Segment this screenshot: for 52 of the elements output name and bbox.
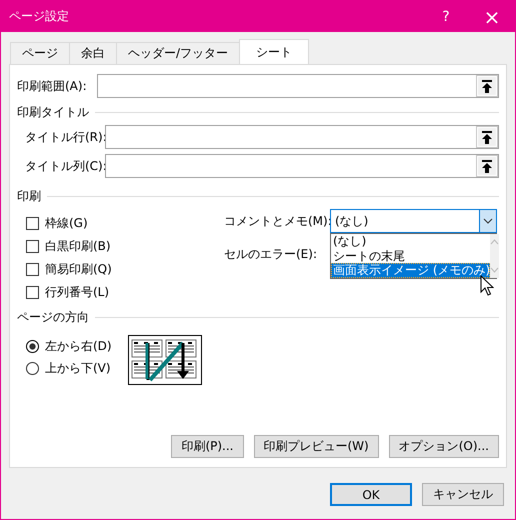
panel-button[interactable]: オプション(O)...	[388, 435, 499, 458]
dropdown[interactable]: (なし)	[330, 209, 497, 233]
field-label: 印刷範囲(A):	[17, 78, 88, 94]
section-heading: 印刷	[17, 188, 41, 204]
checkbox-label: 行列番号(L)	[45, 284, 110, 300]
section-heading: ページの方向	[17, 308, 89, 326]
input-field[interactable]	[97, 74, 499, 98]
radio-button[interactable]	[26, 362, 39, 374]
radio-label: 左から右(D)	[45, 338, 112, 354]
help-button[interactable]: ?	[423, 1, 469, 32]
radio-option[interactable]: 左から右(D)	[26, 338, 112, 354]
close-button[interactable]: ×	[469, 1, 515, 32]
radio-option[interactable]: 上から下(V)	[26, 360, 112, 376]
field-label: タイトル列(C):	[25, 158, 105, 174]
field-label: セルのエラー(E):	[224, 246, 318, 262]
panel-button[interactable]: 印刷(P)...	[171, 435, 244, 458]
checkbox[interactable]	[26, 216, 39, 230]
collapse-button[interactable]	[477, 127, 497, 147]
dialog-button[interactable]: キャンセル	[422, 483, 504, 506]
checkbox[interactable]	[26, 240, 39, 252]
input-field[interactable]	[105, 125, 499, 149]
arrow-up-icon	[481, 160, 493, 172]
tab[interactable]: シート	[239, 39, 310, 64]
checkbox-label: 白黒印刷(B)	[45, 238, 111, 254]
checkbox[interactable]	[26, 262, 39, 276]
tab[interactable]: ページ	[10, 42, 70, 64]
radio-button[interactable]	[26, 340, 39, 352]
collapse-button[interactable]	[477, 156, 497, 176]
field-label: コメントとメモ(M):	[224, 212, 330, 230]
chevron-down-icon	[479, 210, 496, 232]
dialog-button[interactable]: OK	[330, 483, 412, 506]
arrow-up-icon	[481, 130, 493, 144]
checkbox-option[interactable]: 簡易印刷(Q)	[26, 261, 224, 277]
panel-button[interactable]: 印刷プレビュー(W)	[254, 435, 379, 458]
checkbox[interactable]	[26, 286, 39, 298]
radio-label: 上から下(V)	[45, 360, 111, 376]
checkbox-option[interactable]: 枠線(G)	[26, 215, 224, 231]
section-heading: 印刷タイトル	[17, 104, 89, 120]
arrow-up-icon	[481, 80, 493, 92]
dropdown-option[interactable]: 画面表示イメージ (メモのみ)	[331, 263, 490, 278]
checkbox-label: 枠線(G)	[45, 214, 88, 232]
field-label: タイトル行(R):	[25, 128, 105, 146]
chevron-down-icon	[490, 267, 500, 273]
input-field[interactable]	[105, 154, 499, 178]
dropdown-option[interactable]: シートの末尾	[331, 248, 490, 264]
chevron-up-icon	[490, 239, 500, 245]
window-title: ページ設定	[8, 8, 70, 25]
checkbox-label: 簡易印刷(Q)	[45, 260, 112, 278]
checkbox-option[interactable]: 白黒印刷(B)	[26, 238, 224, 254]
dropdown-option[interactable]: (なし)	[331, 234, 490, 249]
checkbox-option[interactable]: 行列番号(L)	[26, 284, 224, 300]
collapse-button[interactable]	[477, 76, 497, 96]
